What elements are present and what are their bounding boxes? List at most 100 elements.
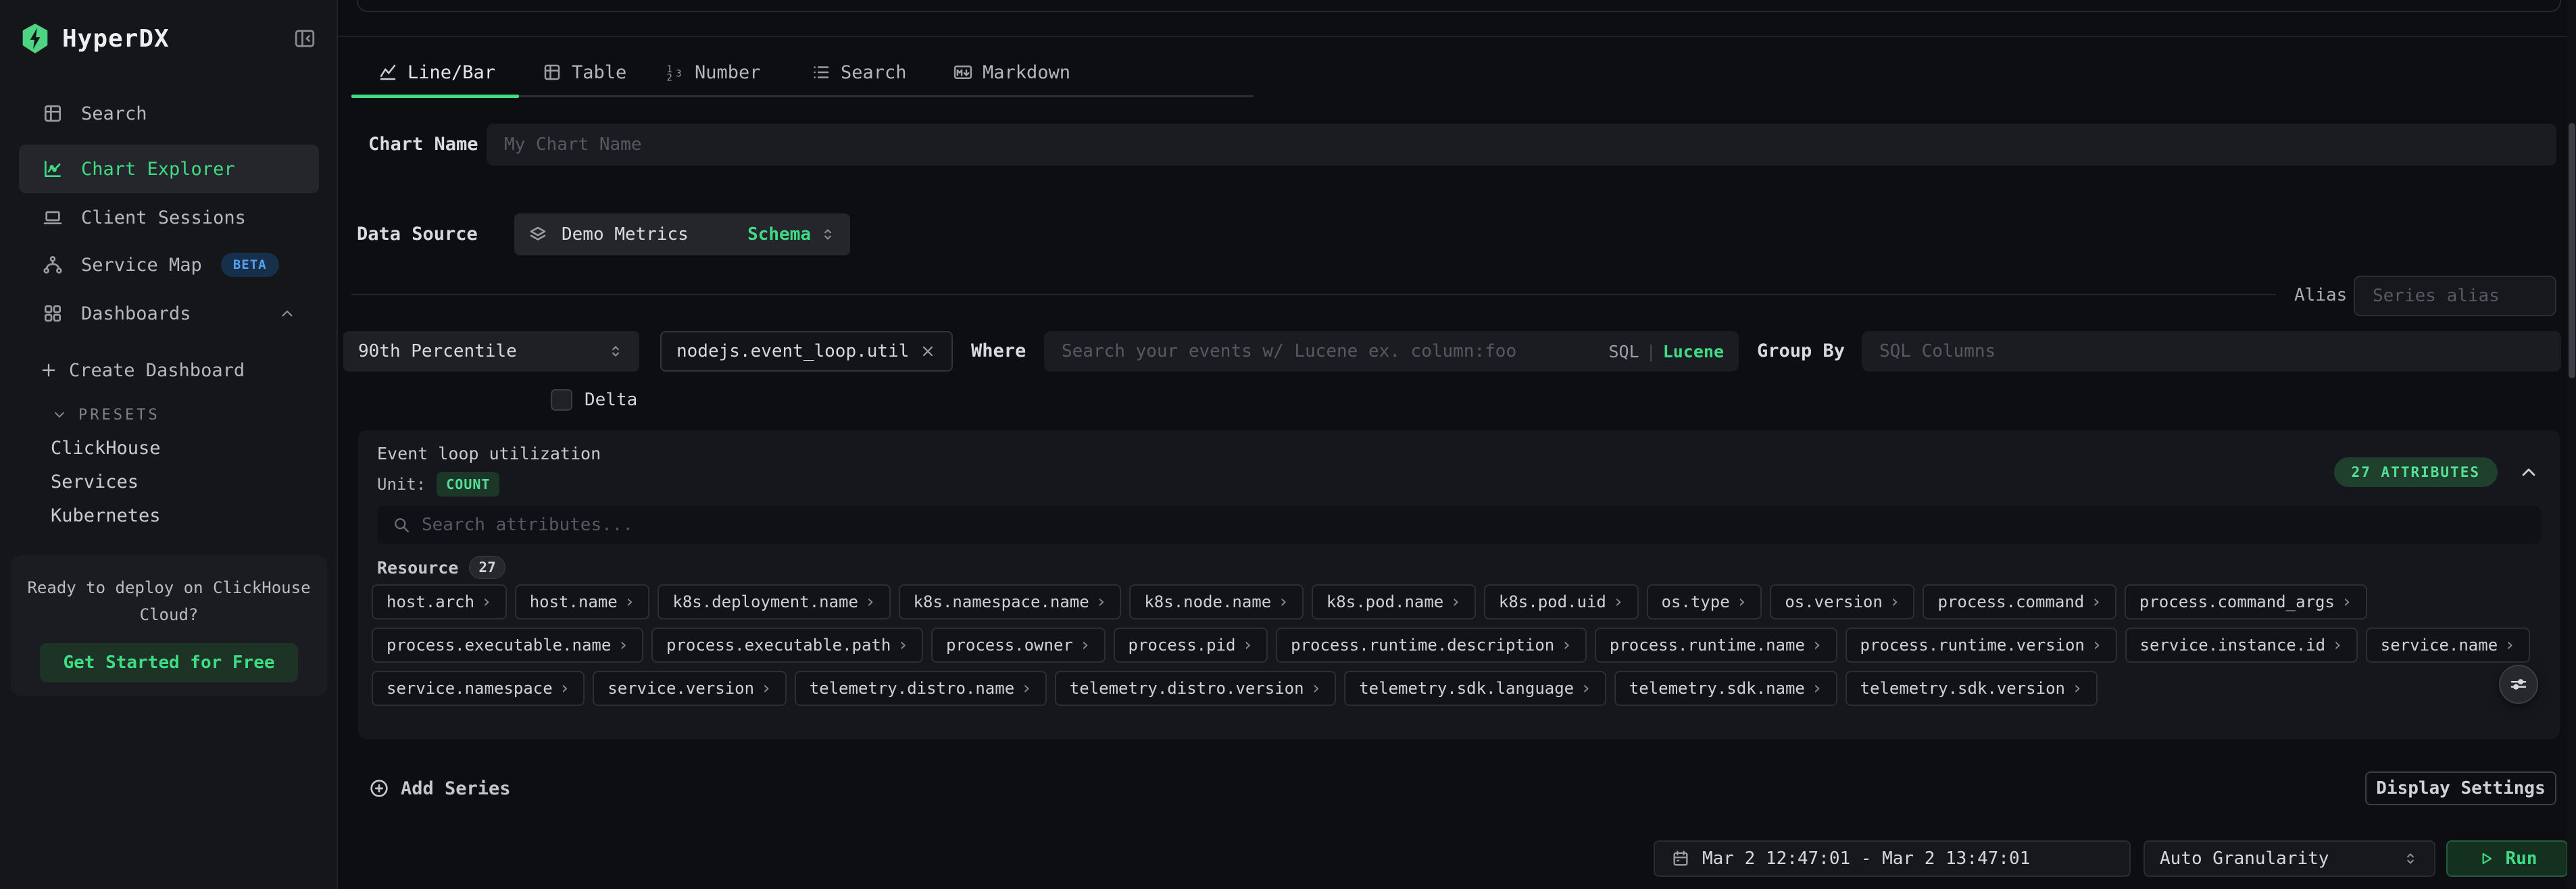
tab-search[interactable]: Search	[797, 51, 920, 93]
chevron-right-icon: ›	[1278, 592, 1289, 612]
delta-checkbox[interactable]	[551, 389, 572, 411]
chevron-down-icon	[51, 407, 68, 423]
sql-option[interactable]: SQL	[1608, 342, 1639, 361]
attribute-chip[interactable]: service.namespace›	[372, 671, 585, 706]
get-started-button[interactable]: Get Started for Free	[40, 643, 297, 682]
attribute-chip[interactable]: k8s.deployment.name›	[658, 584, 890, 619]
sidebar-item-dashboards[interactable]: Dashboards	[0, 293, 337, 334]
attribute-chip[interactable]: process.owner›	[931, 628, 1106, 663]
sidebar-item-search[interactable]: Search	[0, 93, 337, 134]
filters-fab-button[interactable]	[2499, 665, 2538, 704]
attribute-chip[interactable]: os.version›	[1770, 584, 1914, 619]
preset-item[interactable]: ClickHouse	[0, 431, 337, 465]
sidebar-item-chart-explorer[interactable]: Chart Explorer	[19, 145, 319, 193]
run-button[interactable]: Run	[2446, 840, 2568, 877]
group-by-input[interactable]	[1862, 331, 2561, 372]
collapse-sidebar-icon[interactable]	[293, 27, 316, 50]
add-series-label: Add Series	[401, 778, 511, 799]
attribute-chip[interactable]: process.executable.name›	[372, 628, 643, 663]
chevron-right-icon: ›	[1581, 678, 1591, 698]
attribute-chip[interactable]: host.name›	[515, 584, 650, 619]
metric-field-tag[interactable]: nodejs.event_loop.util	[660, 331, 953, 372]
tab-line-bar[interactable]: Line/Bar	[364, 51, 509, 93]
cloud-promo-text: Ready to deploy on ClickHouse Cloud?	[11, 555, 327, 628]
chevron-right-icon: ›	[2342, 592, 2352, 612]
selector-icon	[607, 342, 624, 360]
main-content: Line/Bar Table 123 Number Search Markdow…	[338, 0, 2576, 889]
chevron-right-icon: ›	[481, 592, 492, 612]
chevron-right-icon: ›	[1450, 592, 1461, 612]
hyperdx-logo-icon[interactable]	[20, 22, 50, 55]
presets-header-label: PRESETS	[78, 407, 160, 424]
attribute-chip[interactable]: telemetry.sdk.language›	[1344, 671, 1606, 706]
chevron-right-icon: ›	[2332, 635, 2343, 655]
chevron-right-icon: ›	[2091, 592, 2102, 612]
attribute-chip[interactable]: process.runtime.name›	[1595, 628, 1837, 663]
preset-item[interactable]: Kubernetes	[0, 499, 337, 532]
sidebar-item-client-sessions[interactable]: Client Sessions	[0, 197, 337, 238]
attribute-chip[interactable]: k8s.node.name›	[1129, 584, 1304, 619]
presets-toggle[interactable]: PRESETS	[0, 400, 337, 430]
time-range-value: Mar 2 12:47:01 - Mar 2 13:47:01	[1702, 848, 2030, 869]
aggregation-value: 90th Percentile	[358, 341, 517, 361]
active-tab-indicator	[351, 95, 519, 98]
attribute-chip[interactable]: os.type›	[1647, 584, 1762, 619]
aggregation-select[interactable]: 90th Percentile	[343, 331, 639, 372]
attribute-chip[interactable]: service.name›	[2366, 628, 2530, 663]
add-series-button[interactable]: Add Series	[368, 771, 511, 805]
granularity-select[interactable]: Auto Granularity	[2144, 840, 2435, 877]
attribute-chip[interactable]: telemetry.sdk.version›	[1846, 671, 2098, 706]
tab-table[interactable]: Table	[528, 51, 640, 93]
attribute-chip[interactable]: process.command_args›	[2125, 584, 2367, 619]
preset-item[interactable]: Services	[0, 465, 337, 499]
attribute-chip-list: host.arch› host.name› k8s.deployment.nam…	[372, 584, 2546, 706]
attribute-chip[interactable]: process.runtime.version›	[1846, 628, 2117, 663]
close-icon[interactable]	[919, 342, 937, 360]
attribute-chip[interactable]: host.arch›	[372, 584, 507, 619]
chart-name-input[interactable]	[487, 124, 2556, 166]
attribute-chip[interactable]: telemetry.distro.version›	[1055, 671, 1336, 706]
schema-link[interactable]: Schema	[747, 224, 811, 245]
tab-markdown[interactable]: Markdown	[939, 51, 1084, 93]
run-label: Run	[2506, 848, 2537, 869]
time-range-picker[interactable]: Mar 2 12:47:01 - Mar 2 13:47:01	[1654, 840, 2131, 877]
attribute-chip[interactable]: process.runtime.description›	[1276, 628, 1587, 663]
table-icon	[542, 62, 562, 82]
display-settings-button[interactable]: Display Settings	[2365, 771, 2556, 805]
attribute-chip[interactable]: process.command›	[1923, 584, 2116, 619]
tab-number[interactable]: 123 Number	[651, 51, 774, 93]
chart-line-icon	[42, 158, 64, 180]
attribute-chip[interactable]: k8s.namespace.name›	[899, 584, 1122, 619]
scrollbar-thumb[interactable]	[2569, 123, 2575, 378]
sidebar-item-label: Dashboards	[81, 303, 191, 324]
attribute-chip[interactable]: telemetry.distro.name›	[795, 671, 1047, 706]
sidebar-item-service-map[interactable]: Service Map BETA	[0, 245, 337, 285]
attribute-chip[interactable]: service.instance.id›	[2125, 628, 2358, 663]
attribute-chip[interactable]: k8s.pod.name›	[1312, 584, 1476, 619]
circle-plus-icon	[368, 778, 390, 799]
where-label: Where	[971, 340, 1026, 361]
create-dashboard-button[interactable]: Create Dashboard	[0, 351, 337, 389]
selector-icon	[2402, 850, 2419, 867]
chevron-up-icon[interactable]	[2518, 461, 2540, 483]
attribute-chip[interactable]: service.version›	[593, 671, 786, 706]
chevron-right-icon: ›	[1080, 635, 1091, 655]
group-by-label: Group By	[1757, 340, 1845, 361]
attribute-chip[interactable]: k8s.pod.uid›	[1484, 584, 1639, 619]
alias-input[interactable]	[2354, 276, 2556, 316]
data-source-select[interactable]: Demo Metrics Schema	[514, 213, 850, 255]
attribute-chip[interactable]: telemetry.sdk.name›	[1614, 671, 1837, 706]
attribute-group-header: Resource 27	[377, 556, 505, 579]
lucene-option[interactable]: Lucene	[1663, 342, 1724, 361]
attribute-search-input[interactable]	[411, 506, 2541, 544]
attribute-chip[interactable]: process.executable.path›	[651, 628, 923, 663]
attribute-group-count: 27	[469, 556, 505, 579]
attribute-chip[interactable]: process.pid›	[1114, 628, 1268, 663]
chevron-right-icon: ›	[897, 635, 908, 655]
where-search-box: SQL|Lucene	[1044, 331, 1739, 372]
query-language-toggle[interactable]: SQL|Lucene	[1608, 342, 1739, 361]
where-search-input[interactable]	[1044, 331, 1608, 372]
sidebar-item-label: Service Map	[81, 255, 202, 276]
alias-label: Alias	[2294, 285, 2347, 305]
brand-name[interactable]: HyperDX	[62, 25, 170, 53]
